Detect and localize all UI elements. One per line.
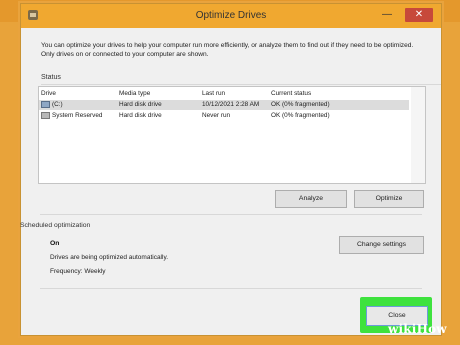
- minimize-button[interactable]: —: [379, 9, 395, 21]
- column-header-drive[interactable]: Drive: [41, 89, 56, 99]
- media-type-cell: Hard disk drive: [119, 112, 162, 119]
- status-divider: [41, 84, 441, 85]
- table-scrollbar[interactable]: [411, 87, 425, 183]
- drive-name: System Reserved: [52, 112, 103, 119]
- drives-table: Drive Media type Last run Current status…: [38, 86, 426, 184]
- watermark-how: How: [416, 322, 447, 336]
- table-header: Drive Media type Last run Current status: [39, 89, 425, 99]
- wikihow-watermark: wikiHow: [388, 322, 447, 336]
- watermark-wiki: wiki: [388, 322, 417, 336]
- last-run-cell: Never run: [202, 112, 231, 119]
- column-header-current-status[interactable]: Current status: [271, 89, 311, 99]
- current-status-cell: OK (0% fragmented): [271, 101, 330, 108]
- schedule-description: Drives are being optimized automatically…: [50, 254, 169, 261]
- analyze-button[interactable]: Analyze: [275, 190, 347, 208]
- status-section-label: Status: [41, 74, 61, 81]
- schedule-frequency: Frequency: Weekly: [50, 268, 106, 275]
- drive-name: (C:): [52, 101, 63, 108]
- current-status-cell: OK (0% fragmented): [271, 112, 330, 119]
- column-header-media-type[interactable]: Media type: [119, 89, 150, 99]
- window-title: Optimize Drives: [195, 10, 267, 21]
- system-drive-icon: [41, 111, 50, 119]
- schedule-state: On: [50, 240, 60, 247]
- table-row[interactable]: System Reserved Hard disk drive Never ru…: [39, 111, 409, 121]
- window-close-button[interactable]: ✕: [405, 8, 433, 22]
- footer-divider: [40, 288, 422, 289]
- last-run-cell: 10/12/2021 2:28 AM: [202, 101, 260, 108]
- media-type-cell: Hard disk drive: [119, 101, 162, 108]
- title-bar[interactable]: Optimize Drives — ✕: [21, 4, 441, 28]
- change-settings-button[interactable]: Change settings: [339, 236, 424, 254]
- scheduled-section-label: Scheduled optimization: [20, 222, 91, 229]
- table-row[interactable]: (C:) Hard disk drive 10/12/2021 2:28 AM …: [39, 100, 409, 110]
- hard-drive-icon: [41, 100, 50, 108]
- intro-text: You can optimize your drives to help you…: [41, 42, 414, 58]
- scheduled-divider: [40, 214, 422, 215]
- optimize-button[interactable]: Optimize: [354, 190, 424, 208]
- column-header-last-run[interactable]: Last run: [202, 89, 225, 99]
